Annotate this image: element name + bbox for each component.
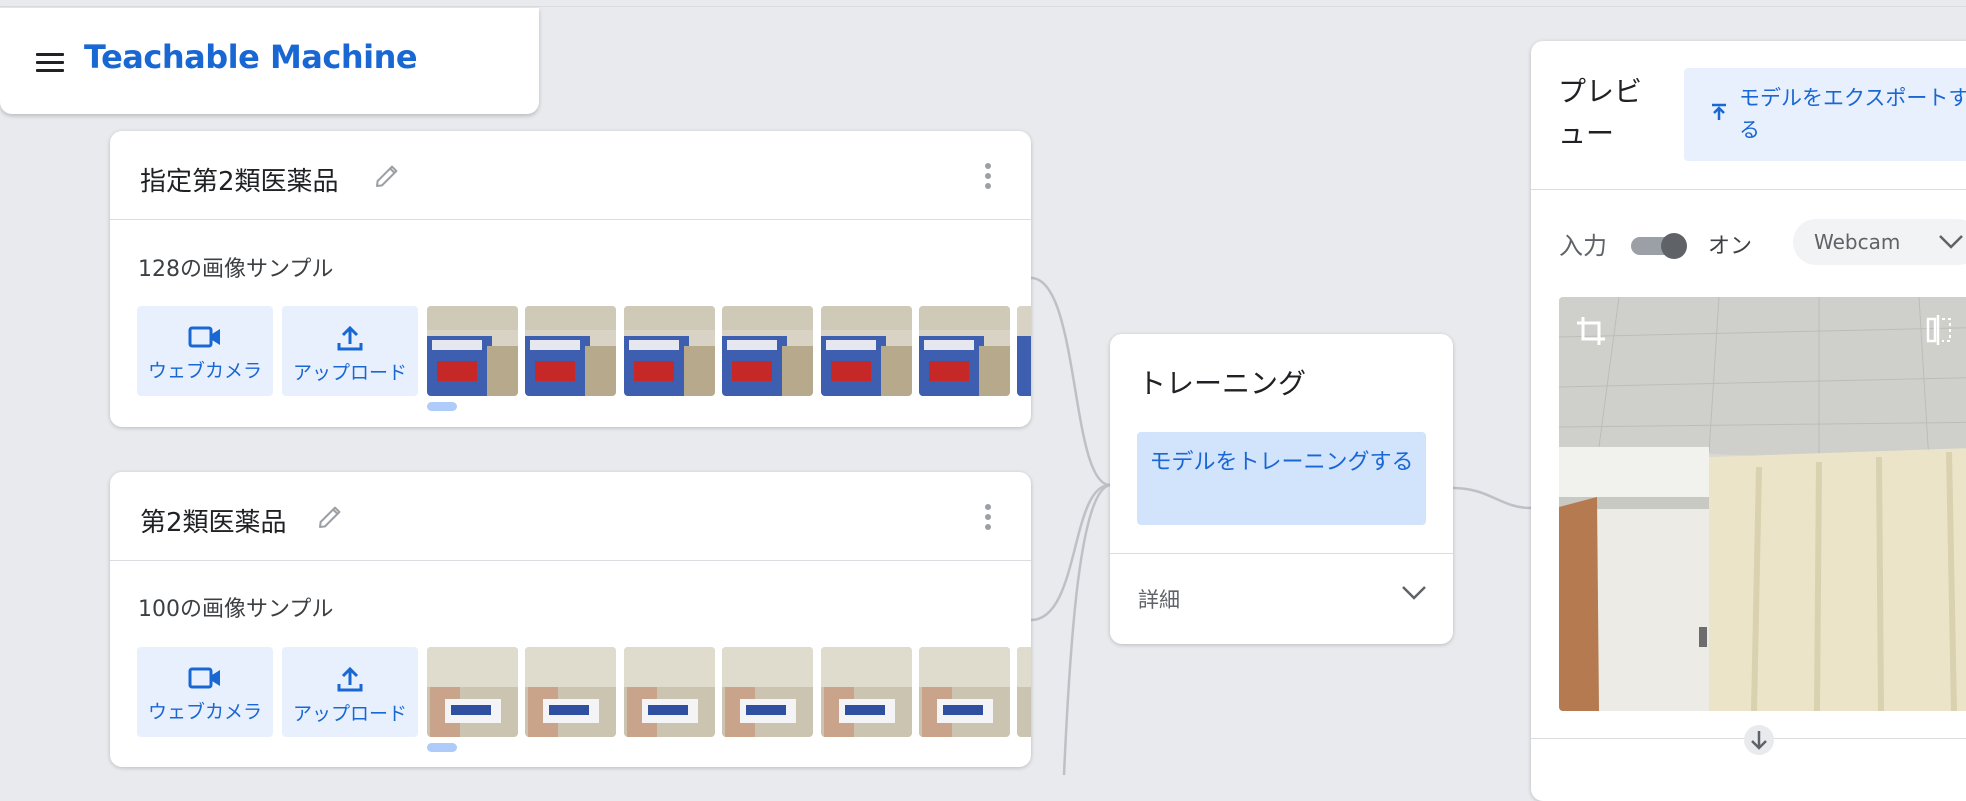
webcam-preview xyxy=(1559,297,1966,711)
sample-thumbnail[interactable] xyxy=(624,647,715,737)
sample-thumbnail[interactable] xyxy=(1017,306,1031,396)
thumbnail-scrollbar[interactable] xyxy=(427,743,457,752)
webcam-button[interactable]: ウェブカメラ xyxy=(137,306,273,396)
upload-icon xyxy=(337,325,363,351)
sample-count: 100の画像サンプル xyxy=(138,597,334,622)
sample-thumbnails[interactable] xyxy=(427,647,1031,737)
training-title: トレーニング xyxy=(1138,367,1307,400)
sample-thumbnail[interactable] xyxy=(919,647,1010,737)
webcam-image xyxy=(1559,297,1966,711)
toggle-state-label: オン xyxy=(1708,234,1753,259)
input-source-select[interactable]: Webcam xyxy=(1793,219,1966,265)
chevron-down-icon xyxy=(1939,235,1963,249)
videocam-icon xyxy=(188,667,220,689)
webcam-button[interactable]: ウェブカメラ xyxy=(137,647,273,737)
class-header: 指定第2類医薬品 xyxy=(110,131,1031,220)
preview-panel: プレビュー モデルをエクスポートする 入力 オン Webcam xyxy=(1531,41,1966,801)
more-vert-icon[interactable] xyxy=(985,163,993,191)
export-label: モデルをエクスポートする xyxy=(1739,86,1966,142)
pencil-icon[interactable] xyxy=(372,161,402,191)
chevron-down-icon[interactable] xyxy=(1401,584,1427,602)
class-header: 第2類医薬品 xyxy=(110,472,1031,561)
input-source-value: Webcam xyxy=(1814,230,1901,254)
preview-title: プレビュー xyxy=(1558,75,1643,150)
flip-icon[interactable] xyxy=(1924,313,1954,347)
webcam-label: ウェブカメラ xyxy=(147,360,262,382)
pencil-icon[interactable] xyxy=(315,502,345,532)
training-card: トレーニング モデルをトレーニングする 詳細 xyxy=(1110,334,1453,644)
webcam-label: ウェブカメラ xyxy=(147,701,262,723)
export-model-button[interactable]: モデルをエクスポートする xyxy=(1684,68,1966,161)
sample-thumbnail[interactable] xyxy=(1017,647,1031,737)
divider xyxy=(1531,189,1966,190)
export-icon xyxy=(1712,103,1726,120)
class-name[interactable]: 指定第2類医薬品 xyxy=(140,161,339,198)
thumbnail-scrollbar[interactable] xyxy=(427,402,457,411)
input-label: 入力 xyxy=(1559,232,1607,260)
train-model-button[interactable]: モデルをトレーニングする xyxy=(1137,432,1426,525)
sample-thumbnail[interactable] xyxy=(525,647,616,737)
upload-button[interactable]: アップロード xyxy=(282,647,418,737)
sample-thumbnail[interactable] xyxy=(427,647,518,737)
upload-icon xyxy=(337,666,363,692)
sample-thumbnail[interactable] xyxy=(821,306,912,396)
divider xyxy=(1110,553,1453,554)
sample-thumbnail[interactable] xyxy=(624,306,715,396)
crop-icon[interactable] xyxy=(1575,315,1607,347)
class-card: 指定第2類医薬品 128の画像サンプル ウェブカメラ アップロード xyxy=(110,131,1031,427)
videocam-icon xyxy=(188,326,220,348)
sample-thumbnails[interactable] xyxy=(427,306,1031,396)
input-toggle[interactable] xyxy=(1631,231,1687,259)
sample-thumbnail[interactable] xyxy=(919,306,1010,396)
arrow-down-icon[interactable] xyxy=(1744,725,1774,755)
class-name[interactable]: 第2類医薬品 xyxy=(140,502,287,539)
class-card: 第2類医薬品 100の画像サンプル ウェブカメラ アップロード xyxy=(110,472,1031,767)
sample-thumbnail[interactable] xyxy=(722,647,813,737)
more-vert-icon[interactable] xyxy=(985,504,993,532)
details-toggle[interactable]: 詳細 xyxy=(1138,584,1180,614)
sample-thumbnail[interactable] xyxy=(722,306,813,396)
upload-label: アップロード xyxy=(292,362,407,384)
sample-count: 128の画像サンプル xyxy=(138,257,334,282)
sample-thumbnail[interactable] xyxy=(427,306,518,396)
sample-thumbnail[interactable] xyxy=(821,647,912,737)
upload-label: アップロード xyxy=(292,703,407,725)
sample-thumbnail[interactable] xyxy=(525,306,616,396)
upload-button[interactable]: アップロード xyxy=(282,306,418,396)
